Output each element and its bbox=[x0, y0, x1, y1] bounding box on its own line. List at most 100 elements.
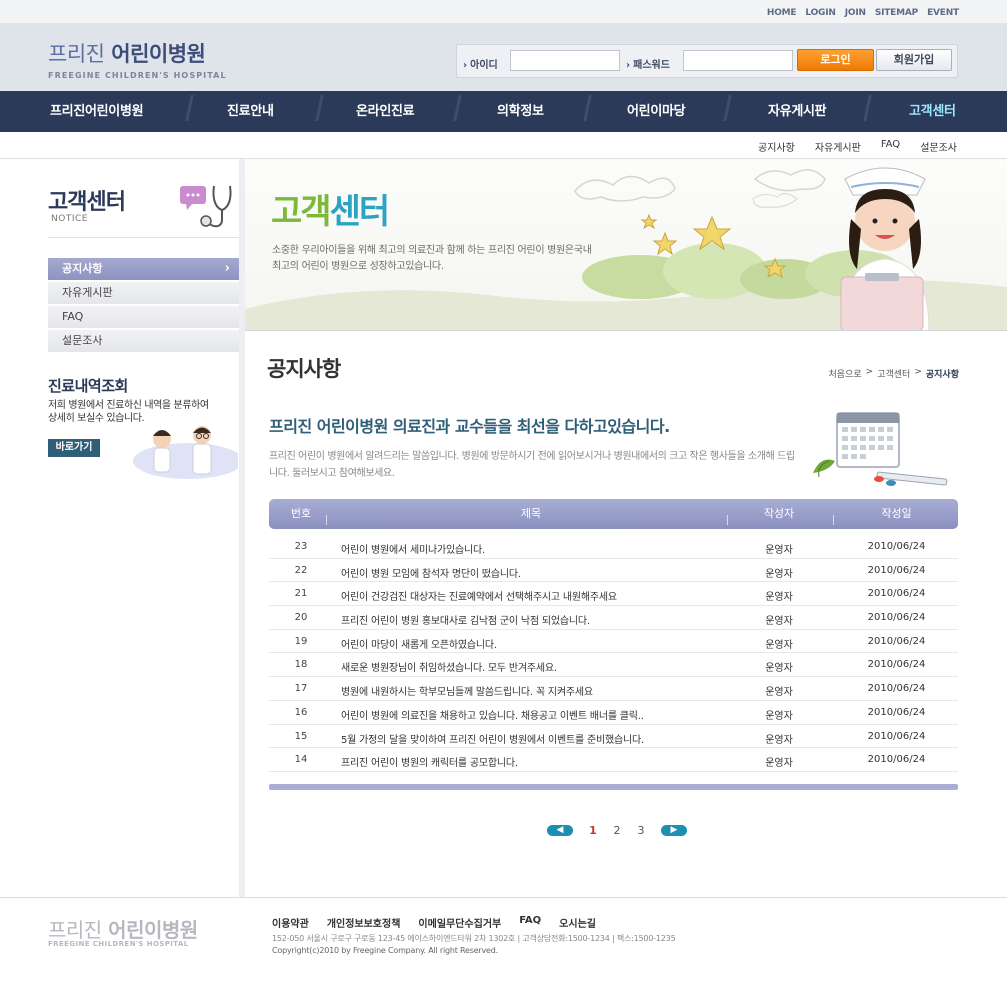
footer-privacy-link[interactable]: 개인정보보호정책 bbox=[327, 915, 401, 930]
breadcrumb-home[interactable]: 처음으로 bbox=[829, 367, 862, 380]
row-no: 14 bbox=[294, 754, 308, 766]
footer-terms-link[interactable]: 이용약관 bbox=[272, 915, 309, 930]
nav-free-board[interactable]: 자유게시판 bbox=[768, 91, 827, 132]
row-author: 운영자 bbox=[765, 663, 793, 675]
login-button[interactable]: 로그인 bbox=[797, 49, 874, 71]
logo-kor-1: 프리진 bbox=[48, 42, 105, 66]
col-date: 작성일 bbox=[881, 507, 912, 520]
next-page-button[interactable]: ▶ bbox=[661, 825, 687, 836]
row-no: 17 bbox=[294, 683, 308, 695]
util-bar: HOME LOGIN JOIN SITEMAP EVENT bbox=[0, 0, 1007, 24]
row-date: 2010/06/24 bbox=[867, 588, 926, 600]
sub-nav: 공지사항 자유게시판 FAQ 설문조사 bbox=[0, 132, 1007, 159]
row-date: 2010/06/24 bbox=[867, 564, 926, 576]
nav-online[interactable]: 온라인진료 bbox=[356, 91, 415, 132]
table-row: 15 5월 가정의 달을 맞이하여 프리진 어린이 병원에서 이벤트를 준비했습니… bbox=[269, 725, 958, 749]
header: 프리진 어린이병원 FREEGINE CHILDREN'S HOSPITAL 아… bbox=[0, 24, 1007, 91]
speech-stethoscope-icon bbox=[180, 185, 232, 228]
sidebar-item-survey[interactable]: 설문조사 bbox=[48, 330, 240, 352]
row-author: 운영자 bbox=[765, 687, 793, 699]
breadcrumb-sep: > bbox=[914, 367, 922, 377]
row-date: 2010/06/24 bbox=[867, 706, 926, 718]
footer-email-refuse-link[interactable]: 이메일무단수집거부 bbox=[418, 915, 501, 930]
row-no: 23 bbox=[294, 541, 308, 552]
nav-divider bbox=[185, 95, 194, 121]
util-join-link[interactable]: JOIN bbox=[845, 8, 866, 18]
intro-title: 프리진 어린이병원 의료진과 교수들을 최선을 다하고있습니다. bbox=[269, 417, 670, 436]
col-divider bbox=[326, 515, 327, 525]
prev-page-button[interactable]: ◀ bbox=[547, 825, 573, 836]
table-row: 21 어린이 건강검진 대상자는 진료예약에서 선택해주시고 내원해주세요 운영자 2… bbox=[269, 582, 958, 607]
footer-faq-link[interactable]: FAQ bbox=[519, 915, 541, 930]
footer-logo-kor-1: 프리진 bbox=[48, 918, 102, 942]
pw-input[interactable] bbox=[683, 50, 793, 71]
subnav-free-board[interactable]: 자유게시판 bbox=[815, 139, 861, 154]
row-author: 운영자 bbox=[765, 592, 793, 604]
row-no: 20 bbox=[294, 612, 308, 624]
row-author: 운영자 bbox=[765, 568, 793, 580]
table-row: 23 어린이 병원에서 세미나가있습니다. 운영자 2010/06/24 bbox=[269, 535, 958, 559]
nav-guide[interactable]: 진료안내 bbox=[227, 91, 274, 132]
footer: 프리진 어린이병원 FREEGINE CHILDREN'S HOSPITAL 이… bbox=[0, 897, 1007, 991]
page-link[interactable]: 1 bbox=[581, 824, 605, 837]
subnav-survey[interactable]: 설문조사 bbox=[920, 139, 957, 154]
subnav-faq[interactable]: FAQ bbox=[881, 139, 900, 154]
breadcrumb-center[interactable]: 고객센터 bbox=[877, 367, 910, 380]
row-no: 19 bbox=[294, 635, 308, 647]
subnav-notice[interactable]: 공지사항 bbox=[758, 139, 795, 154]
sidebar-item-faq[interactable]: FAQ bbox=[48, 306, 240, 328]
pagination: ◀ 1 2 3 ▶ bbox=[547, 824, 687, 837]
banner-desc: 소중한 우리아이들을 위해 최고의 의료진과 함께 하는 프리진 어린이 병원은… bbox=[272, 245, 592, 272]
sidebar-item-notice[interactable]: 공지사항 bbox=[48, 258, 240, 280]
row-subject-link[interactable]: 새로운 병원장님이 취임하셨습니다. 모두 반겨주세요. bbox=[341, 659, 557, 674]
row-subject-link[interactable]: 5월 가정의 달을 맞이하여 프리진 어린이 병원에서 이벤트를 준비했습니다. bbox=[341, 731, 644, 746]
col-divider bbox=[727, 515, 728, 525]
footer-logo-kor-2: 어린이병원 bbox=[108, 918, 198, 942]
breadcrumb-sep: > bbox=[865, 367, 874, 377]
nav-customer-center[interactable]: 고객센터 bbox=[909, 91, 956, 132]
nav-medical-info[interactable]: 의학정보 bbox=[497, 91, 544, 132]
table-row: 19 어린이 마당이 새롭게 오픈하였습니다. 운영자 2010/06/24 bbox=[269, 630, 958, 654]
logo[interactable]: 프리진 어린이병원 FREEGINE CHILDREN'S HOSPITAL bbox=[48, 38, 227, 80]
row-author: 운영자 bbox=[765, 710, 793, 722]
notice-table: 23 어린이 병원에서 세미나가있습니다. 운영자 2010/06/24 22 어린이 … bbox=[269, 535, 958, 772]
logo-eng: FREEGINE CHILDREN'S HOSPITAL bbox=[48, 71, 227, 80]
banner-title: 고객센터 bbox=[271, 184, 390, 233]
footer-address: 152-050 서울시 구로구 구로동 123-45 에이스하이엔드타워 2차 … bbox=[272, 934, 676, 943]
row-subject-link[interactable]: 프리진 어린이 병원 홍보대사로 김낙점 군이 낙점 되었습니다. bbox=[341, 612, 590, 627]
row-no: 18 bbox=[294, 659, 308, 671]
page-link[interactable]: 3 bbox=[629, 824, 653, 837]
row-author: 운영자 bbox=[765, 545, 793, 556]
util-event-link[interactable]: EVENT bbox=[927, 8, 959, 18]
id-input[interactable] bbox=[510, 50, 620, 71]
breadcrumb-current: 공지사항 bbox=[925, 370, 959, 380]
row-subject-link[interactable]: 어린이 마당이 새롭게 오픈하였습니다. bbox=[341, 636, 497, 651]
nav-divider bbox=[863, 95, 872, 121]
util-home-link[interactable]: HOME bbox=[767, 8, 797, 18]
row-subject-link[interactable]: 어린이 건강검진 대상자는 진료예약에서 선택해주시고 내원해주세요 bbox=[341, 588, 617, 603]
nav-kids-yard[interactable]: 어린이마당 bbox=[627, 91, 686, 132]
row-no: 16 bbox=[294, 706, 308, 718]
util-login-link[interactable]: LOGIN bbox=[805, 8, 836, 18]
util-sitemap-link[interactable]: SITEMAP bbox=[875, 8, 918, 18]
intro-desc: 프리진 어린이 병원에서 알려드리는 말씀입니다. 병원에 방문하시기 전에 읽… bbox=[269, 451, 795, 479]
nav-divider bbox=[723, 95, 732, 121]
table-row: 16 어린이 병원에 의료진을 채용하고 있습니다. 채용공고 이벤트 배너를 클… bbox=[269, 701, 958, 725]
breadcrumb: 처음으로 > 고객센터 > 공지사항 bbox=[829, 367, 959, 380]
footer-logo: 프리진 어린이병원 bbox=[48, 914, 198, 943]
nav-divider bbox=[315, 95, 324, 121]
sidebar-item-free-board[interactable]: 자유게시판 bbox=[48, 282, 240, 304]
col-no: 번호 bbox=[290, 507, 312, 520]
row-subject-link[interactable]: 어린이 병원에서 세미나가있습니다. bbox=[341, 541, 485, 556]
row-author: 운영자 bbox=[765, 758, 793, 770]
nav-hospital[interactable]: 프리진어린이병원 bbox=[50, 91, 144, 132]
row-subject-link[interactable]: 어린이 병원에 의료진을 채용하고 있습니다. 채용공고 이벤트 배너를 클릭.… bbox=[341, 707, 644, 722]
row-subject-link[interactable]: 어린이 병원 모임에 참석자 명단이 떴습니다. bbox=[341, 565, 521, 580]
row-subject-link[interactable]: 프리진 어린이 병원의 캐릭터를 공모합니다. bbox=[341, 754, 518, 769]
history-go-button[interactable]: 바로가기 bbox=[48, 439, 100, 457]
page-link[interactable]: 2 bbox=[605, 824, 629, 837]
row-subject-link[interactable]: 병원에 내원하시는 학부모님들께 말씀드립니다. 꼭 지켜주세요 bbox=[341, 683, 593, 698]
footer-directions-link[interactable]: 오시는길 bbox=[559, 915, 596, 930]
row-author: 운영자 bbox=[765, 616, 793, 628]
join-button[interactable]: 회원가입 bbox=[876, 49, 952, 71]
